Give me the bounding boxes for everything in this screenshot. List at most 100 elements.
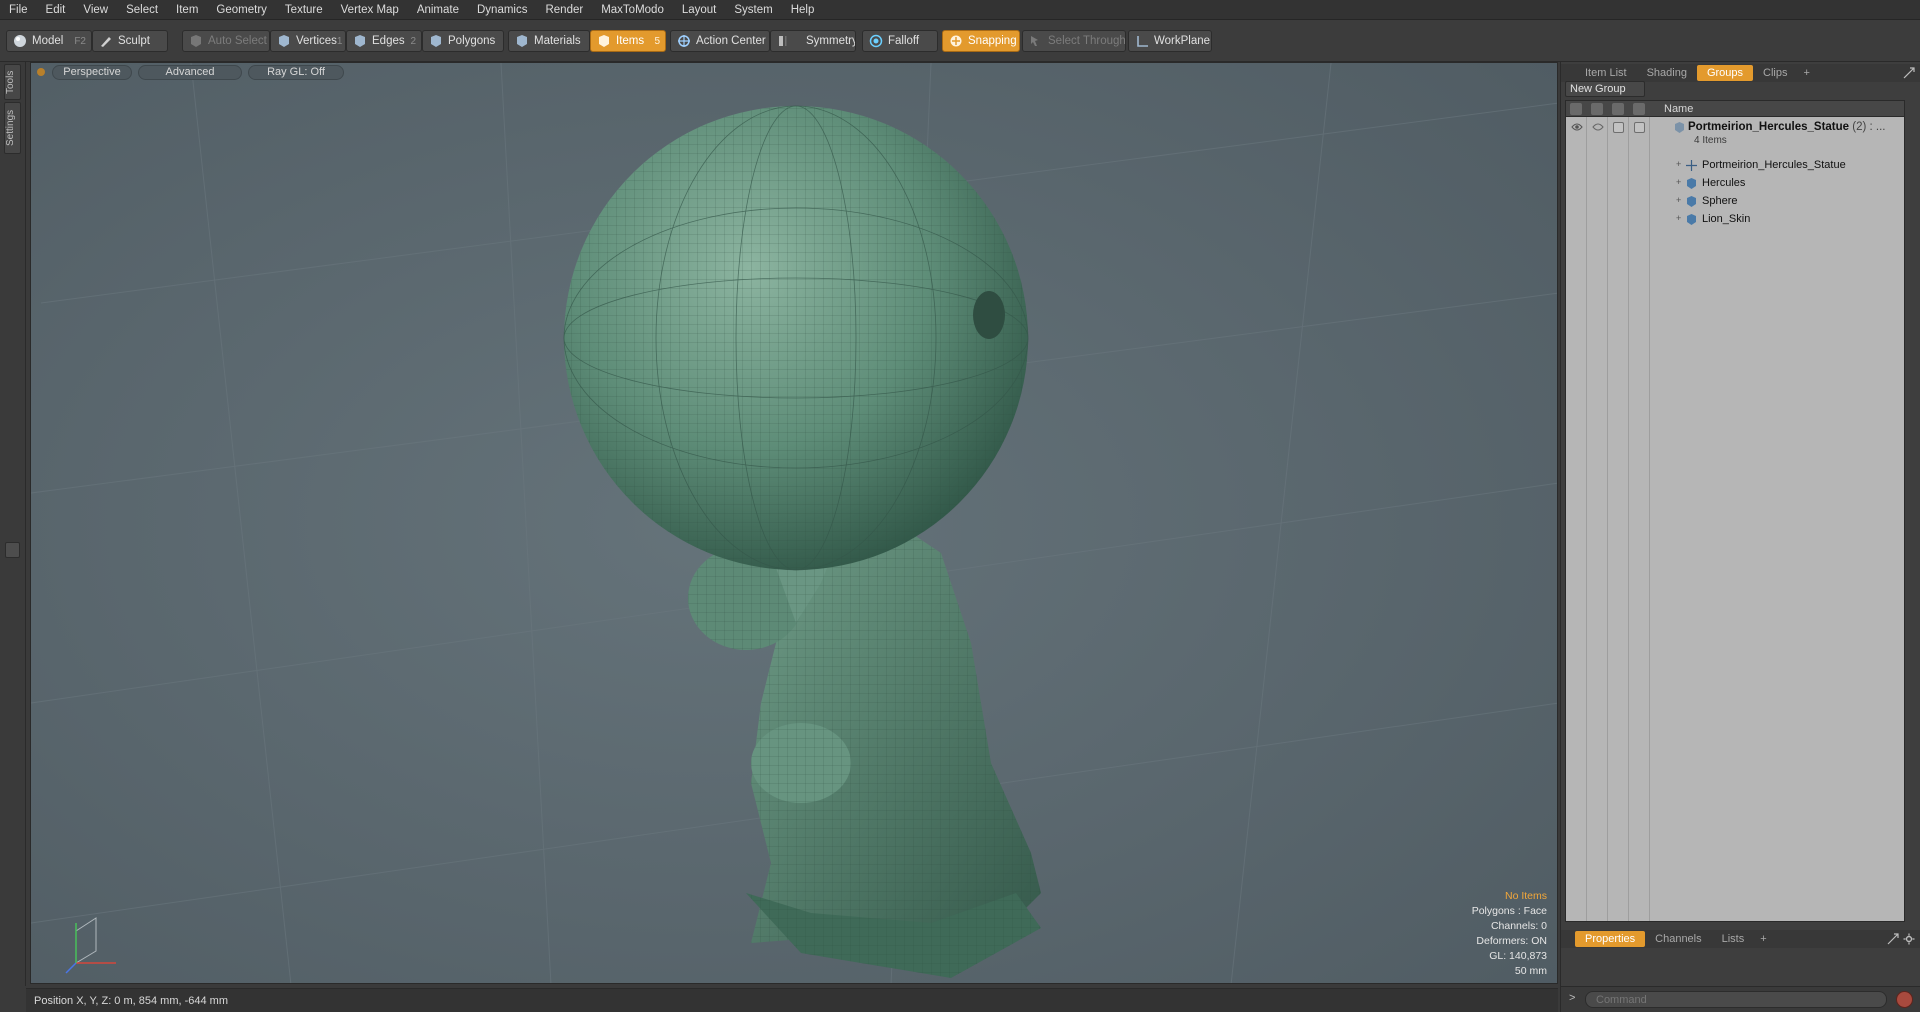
list-item[interactable]: + Sphere — [1566, 193, 1904, 211]
visibility-column-icon[interactable] — [1570, 103, 1582, 115]
sculpt-mode-button[interactable]: Sculpt — [92, 30, 168, 52]
panel-maximize-icon[interactable] — [1887, 933, 1899, 945]
symmetry-button[interactable]: Symmetry — [770, 30, 856, 52]
list-item[interactable]: + Portmeirion_Hercules_Statue — [1566, 157, 1904, 175]
snapping-icon — [950, 35, 962, 47]
tree-expand-icon[interactable]: + — [1676, 177, 1681, 187]
column-divider — [1587, 117, 1608, 921]
menu-dynamics[interactable]: Dynamics — [468, 0, 536, 20]
action-center-button[interactable]: Action Center — [670, 30, 770, 52]
eye-icon[interactable] — [1571, 122, 1583, 132]
view-mode-dropdown[interactable]: Perspective — [52, 64, 132, 80]
workplane-icon — [1137, 36, 1148, 47]
tab-groups[interactable]: Groups — [1696, 65, 1754, 81]
auto-select-button[interactable]: Auto Select — [182, 30, 270, 52]
tree-expand-icon[interactable]: + — [1676, 159, 1681, 169]
select-checkbox[interactable] — [1634, 122, 1645, 133]
tree-expand-icon[interactable]: + — [1676, 213, 1681, 223]
tools-tab[interactable]: Tools — [4, 64, 21, 100]
mesh-icon — [1687, 178, 1696, 189]
menu-select[interactable]: Select — [117, 0, 167, 20]
add-tab-button[interactable]: + — [1797, 67, 1815, 79]
tree-expand-icon[interactable]: + — [1676, 195, 1681, 205]
items-mode-button[interactable]: Items 5 — [590, 30, 666, 52]
viewport-menu-dot[interactable] — [37, 68, 45, 76]
settings-tab[interactable]: Settings — [4, 102, 21, 154]
new-group-button[interactable]: New Group — [1565, 81, 1645, 97]
list-item-label: Lion_Skin — [1702, 213, 1751, 225]
menu-file[interactable]: File — [0, 0, 37, 20]
panel-maximize-icon[interactable] — [1903, 67, 1915, 79]
menu-system[interactable]: System — [725, 0, 781, 20]
status-bar: Position X, Y, Z: 0 m, 854 mm, -644 mm — [26, 988, 1558, 1012]
group-count: (2) : ... — [1852, 121, 1886, 133]
model-label: Model — [32, 35, 64, 47]
menu-geometry[interactable]: Geometry — [207, 0, 276, 20]
menu-layout[interactable]: Layout — [673, 0, 726, 20]
edges-mode-button[interactable]: Edges 2 — [346, 30, 422, 52]
render-column-icon[interactable] — [1591, 103, 1603, 115]
lock-column-icon[interactable] — [1612, 103, 1624, 115]
list-item[interactable]: + Lion_Skin — [1566, 211, 1904, 229]
menu-render[interactable]: Render — [536, 0, 592, 20]
menu-help[interactable]: Help — [782, 0, 824, 20]
menu-texture[interactable]: Texture — [276, 0, 332, 20]
add-tab-button[interactable]: + — [1754, 933, 1772, 945]
polygons-mode-button[interactable]: Polygons — [422, 30, 504, 52]
workplane-button[interactable]: WorkPlane — [1128, 30, 1212, 52]
globe-sphere — [563, 105, 1029, 571]
tab-shading[interactable]: Shading — [1637, 65, 1697, 81]
polygons-label: Polygons — [448, 35, 496, 47]
palette-toggle-button[interactable] — [5, 542, 20, 558]
group-row[interactable]: Portmeirion_Hercules_Statue (2) : ... 4 … — [1566, 119, 1904, 149]
materials-mode-button[interactable]: Materials — [508, 30, 590, 52]
name-column-header: Name — [1664, 103, 1694, 115]
locator-icon — [1686, 160, 1697, 171]
select-through-button[interactable]: Select Through — [1022, 30, 1126, 52]
tab-channels[interactable]: Channels — [1645, 931, 1711, 947]
model-mode-button[interactable]: Model F2 — [6, 30, 92, 52]
shading-dropdown[interactable]: Advanced — [138, 64, 242, 80]
polygons-icon — [431, 35, 441, 47]
groups-list: Name Portmeirion_Hercules_Statue (2) : .… — [1565, 100, 1905, 922]
group-item-count: 4 Items — [1694, 135, 1727, 146]
items-label: Items — [616, 35, 645, 47]
gl-info: GL: 140,873 — [1489, 950, 1547, 962]
tab-properties[interactable]: Properties — [1575, 931, 1646, 947]
lock-checkbox[interactable] — [1613, 122, 1624, 133]
raygl-toggle[interactable]: Ray GL: Off — [248, 64, 344, 80]
mesh-icon — [1687, 214, 1696, 225]
select-column-icon[interactable] — [1633, 103, 1645, 115]
auto-select-icon — [191, 35, 201, 47]
column-divider — [1608, 117, 1629, 921]
right-panel: Item List Shading Groups Clips + New Gro… — [1560, 62, 1920, 1012]
snapping-button[interactable]: Snapping — [942, 30, 1020, 52]
left-tool-strip: Tools Settings — [0, 62, 26, 986]
main-toolbar: Model F2 Sculpt Auto Select Vertices 1 E… — [0, 20, 1920, 62]
tab-clips[interactable]: Clips — [1753, 65, 1797, 81]
menu-item[interactable]: Item — [167, 0, 207, 20]
menu-edit[interactable]: Edit — [37, 0, 75, 20]
list-item[interactable]: + Hercules — [1566, 175, 1904, 193]
focal-length-info: 50 mm — [1514, 965, 1547, 977]
menu-view[interactable]: View — [74, 0, 117, 20]
select-through-icon — [1031, 36, 1038, 46]
menu-bar: File Edit View Select Item Geometry Text… — [0, 0, 1920, 20]
gear-icon[interactable] — [1903, 933, 1915, 945]
falloff-button[interactable]: Falloff — [862, 30, 938, 52]
command-history-button[interactable] — [1896, 991, 1913, 1008]
model-shortcut: F2 — [74, 35, 86, 47]
action-center-label: Action Center — [696, 35, 766, 47]
symmetry-label: Symmetry — [806, 35, 856, 47]
render-eye-icon[interactable] — [1592, 122, 1604, 132]
menu-maxtomodo[interactable]: MaxToModo — [592, 0, 673, 20]
3d-viewport[interactable]: Perspective Advanced Ray GL: Off No Item… — [30, 62, 1558, 984]
command-input[interactable] — [1585, 991, 1887, 1008]
menu-animate[interactable]: Animate — [408, 0, 468, 20]
vertices-mode-button[interactable]: Vertices 1 — [270, 30, 346, 52]
tab-item-list[interactable]: Item List — [1575, 65, 1637, 81]
symmetry-icon — [779, 36, 787, 46]
tab-lists[interactable]: Lists — [1712, 931, 1755, 947]
menu-vertex-map[interactable]: Vertex Map — [332, 0, 408, 20]
polygons-info: Polygons : Face — [1471, 905, 1547, 917]
